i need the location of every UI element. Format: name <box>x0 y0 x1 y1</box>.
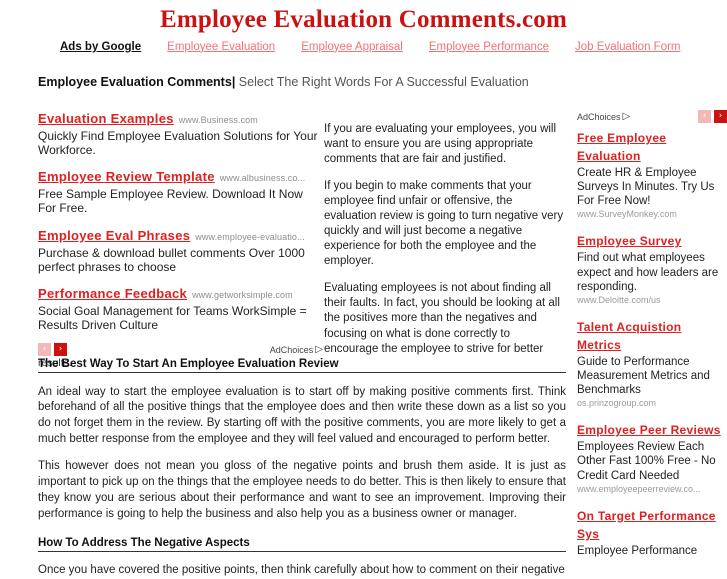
adchoices-icon: ▷ <box>315 344 323 356</box>
next-arrow-icon[interactable]: › <box>714 110 727 123</box>
page-title: Employee Evaluation Comments <box>38 74 232 89</box>
ad-title-link[interactable]: Employee Eval Phrases <box>38 228 190 243</box>
ad-block[interactable]: Employee Peer Reviews Employees Review E… <box>577 421 727 493</box>
ad-url: www.employee-evaluatio... <box>195 231 305 242</box>
right-ad-column: AdChoices ▷ ‹ › Free Employee Evaluation… <box>577 110 727 571</box>
nav-link-job-evaluation-form[interactable]: Job Evaluation Form <box>575 41 680 53</box>
article-paragraph: This however does not mean you gloss of … <box>38 460 566 521</box>
nav-link-employee-appraisal[interactable]: Employee Appraisal <box>301 41 403 53</box>
ad-url: www.SurveyMonkey.com <box>577 209 677 220</box>
nav-link-employee-evaluation[interactable]: Employee Evaluation <box>167 41 275 53</box>
next-arrow-icon[interactable]: › <box>54 343 67 357</box>
ad-block[interactable]: On Target Performance Sys Employee Perfo… <box>577 507 727 558</box>
article-body: The Best Way To Start An Employee Evalua… <box>38 358 566 579</box>
section-heading: The Best Way To Start An Employee Evalua… <box>38 358 566 373</box>
site-title: Employee Evaluation Comments.com <box>159 6 568 33</box>
ad-block[interactable]: Free Employee Evaluation Create HR & Emp… <box>577 129 727 219</box>
top-ad-nav: Ads by Google Employee Evaluation Employ… <box>0 41 727 53</box>
ad-block[interactable]: Talent Acquistion Metrics Guide to Perfo… <box>577 318 727 408</box>
section-heading: How To Address The Negative Aspects <box>38 537 566 552</box>
ad-description: Free Sample Employee Review. Download It… <box>38 187 303 216</box>
ad-title-link[interactable]: Evaluation Examples <box>38 111 174 126</box>
page-tagline: Select The Right Words For A Successful … <box>238 74 529 89</box>
intro-paragraph: If you begin to make comments that your … <box>324 179 564 268</box>
left-ad-column: Evaluation Examples www.Business.com Quic… <box>38 110 323 369</box>
ad-title-link[interactable]: Employee Peer Reviews <box>577 423 721 437</box>
ad-description: Quickly Find Employee Evaluation Solutio… <box>38 129 318 158</box>
adchoices-label: AdChoices <box>577 111 621 122</box>
ad-url: www.Deloitte.com/us <box>577 294 661 305</box>
ad-url: www.albusiness.co... <box>219 173 306 184</box>
ad-description: Create HR & Employee Surveys In Minutes.… <box>577 167 715 208</box>
right-ad-controls: AdChoices ▷ ‹ › <box>577 110 727 123</box>
adchoices-icon: ▷ <box>622 111 631 122</box>
ad-description: Purchase & download bullet comments Over… <box>38 245 305 274</box>
ad-url: www.employeepeerreview.co... <box>577 483 701 494</box>
ad-pager: ‹ › <box>38 343 67 357</box>
ad-title-link[interactable]: Employee Survey <box>577 234 682 248</box>
ads-by-google-label[interactable]: Ads by Google <box>60 41 141 53</box>
ad-url: www.Business.com <box>178 115 258 125</box>
page-title-line: Employee Evaluation Comments| Select The… <box>0 75 727 89</box>
ad-description: Social Goal Management for Teams WorkSim… <box>38 303 307 333</box>
intro-paragraph: If you are evaluating your employees, yo… <box>324 122 557 165</box>
ad-description: Employee Performance <box>577 544 698 557</box>
ad-block[interactable]: Evaluation Examples www.Business.com Quic… <box>38 110 323 157</box>
ad-title-link[interactable]: Employee Review Template <box>38 169 215 184</box>
prev-arrow-icon[interactable]: ‹ <box>38 343 51 357</box>
article-paragraph: An ideal way to start the employee evalu… <box>38 385 566 446</box>
ad-title-link[interactable]: Performance Feedback <box>38 286 187 301</box>
ad-description: Find out what employees expect and how l… <box>577 252 719 293</box>
ad-block[interactable]: Employee Eval Phrases www.employee-evalua… <box>38 227 323 274</box>
adchoices-link[interactable]: AdChoices ▷ <box>270 344 323 355</box>
ad-pager: ‹ › <box>698 110 727 123</box>
prev-arrow-icon[interactable]: ‹ <box>698 110 711 123</box>
adchoices-label: AdChoices <box>269 344 314 355</box>
ad-block[interactable]: Performance Feedback www.getworksimple.co… <box>38 285 323 332</box>
ad-description: Employees Review Each Other Fast 100% Fr… <box>577 441 716 482</box>
ad-title-link[interactable]: Free Employee Evaluation <box>577 131 666 163</box>
middle-text-column: If you are evaluating your employees, yo… <box>324 110 564 368</box>
title-separator: | <box>231 74 236 89</box>
ad-block[interactable]: Employee Review Template www.albusiness.c… <box>38 168 323 215</box>
intro-paragraph: Evaluating employees is not about findin… <box>324 282 560 355</box>
ad-description: Guide to Performance Measurement Metrics… <box>577 355 710 397</box>
article-paragraph: Once you have covered the positive point… <box>38 564 565 577</box>
ad-url: www.getworksimple.com <box>192 289 293 300</box>
ad-title-link[interactable]: On Target Performance Sys <box>577 509 716 541</box>
ad-url: os.prinzogroup.com <box>577 398 657 409</box>
nav-link-employee-performance[interactable]: Employee Performance <box>429 41 549 53</box>
ad-block[interactable]: Employee Survey Find out what employees … <box>577 232 727 304</box>
adchoices-link[interactable]: AdChoices ▷ <box>577 111 630 122</box>
left-ad-controls: ‹ › AdChoices ▷ <box>38 343 323 357</box>
ad-title-link[interactable]: Talent Acquistion Metrics <box>577 320 681 352</box>
